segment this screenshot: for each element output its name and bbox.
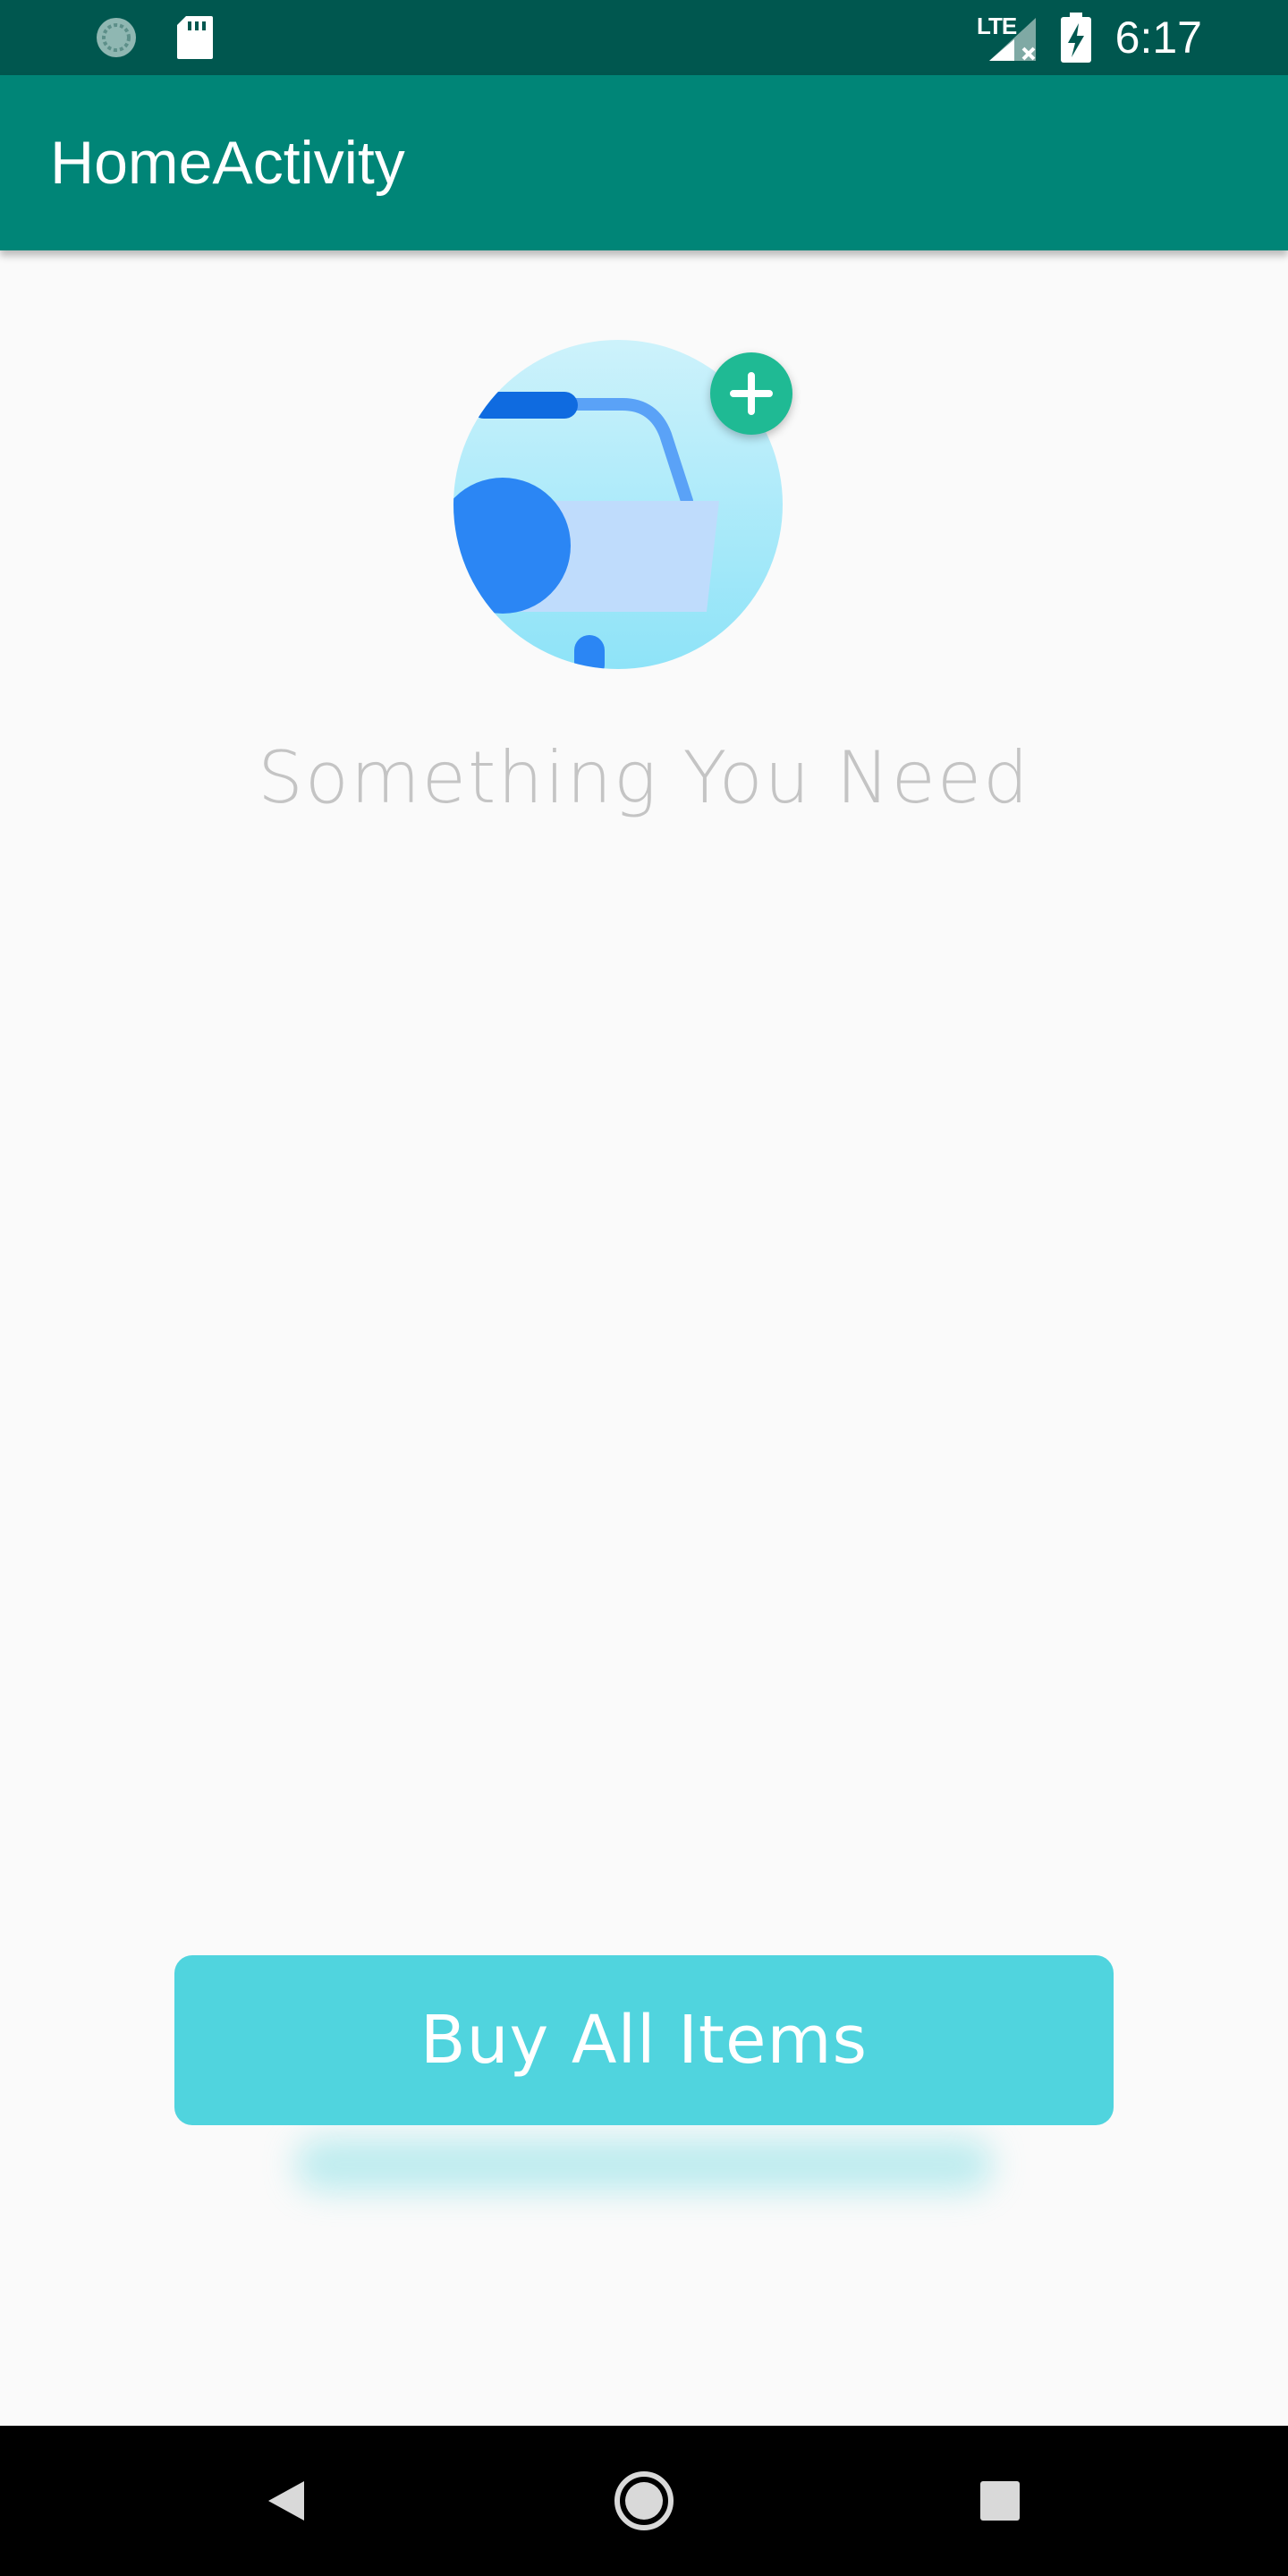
plus-icon: [730, 372, 773, 415]
main-content: Something You Need Buy All Items: [0, 250, 1288, 2426]
back-icon[interactable]: [245, 2460, 327, 2542]
signal-icon: [989, 18, 1036, 61]
add-item-button[interactable]: [710, 352, 792, 435]
recents-icon[interactable]: [959, 2460, 1041, 2542]
buy-button-shadow: [295, 2138, 993, 2191]
app-title: HomeActivity: [50, 129, 405, 197]
home-icon[interactable]: [603, 2460, 685, 2542]
status-time: 6:17: [1114, 13, 1202, 63]
sync-icon: [97, 18, 136, 57]
navigation-bar: [0, 2426, 1288, 2576]
sd-card-icon: [177, 16, 213, 59]
app-bar: HomeActivity: [0, 75, 1288, 250]
buy-all-items-label: Buy All Items: [419, 2002, 869, 2079]
battery-charging-icon: [1061, 13, 1091, 63]
empty-state-illustration: [453, 335, 792, 674]
status-bar: LTE 6:17: [0, 0, 1288, 75]
buy-all-items-button[interactable]: Buy All Items: [174, 1955, 1114, 2125]
empty-state-headline: Something You Need: [258, 736, 1030, 819]
